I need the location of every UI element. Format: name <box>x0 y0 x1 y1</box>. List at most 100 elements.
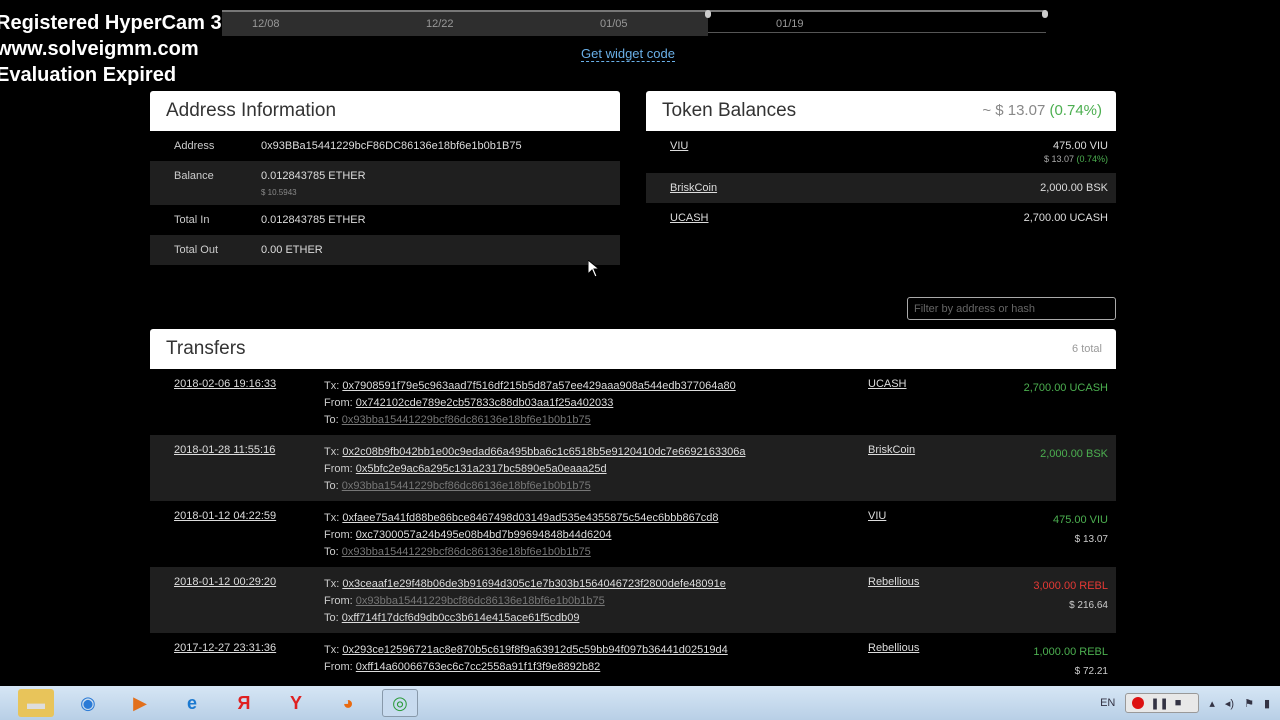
token-link-viu[interactable]: VIU <box>670 140 688 164</box>
flag-icon[interactable]: ⚑ <box>1244 697 1254 710</box>
transfer-token-amount: 1,000.00 REBL <box>1033 646 1108 658</box>
recorder-control[interactable]: ❚❚ ■ <box>1125 693 1200 713</box>
tx-label: Tx: <box>324 578 340 590</box>
tx-hash-link[interactable]: 0x3ceaaf1e29f48b06de3b91694d305c1e7b303b… <box>342 578 726 590</box>
yandex-icon[interactable]: Y <box>278 689 314 717</box>
timeline-top-line <box>222 10 1046 12</box>
explorer-icon[interactable]: ▬ <box>18 689 54 717</box>
from-label: From: <box>324 529 353 541</box>
transfer-date-link[interactable]: 2017-12-27 23:31:36 <box>174 642 276 654</box>
transfer-token-link[interactable]: BriskCoin <box>868 444 915 456</box>
get-widget-code-link[interactable]: Get widget code <box>581 46 675 62</box>
panel-title: Address Information <box>150 91 620 131</box>
transfer-token-link[interactable]: Rebellious <box>868 576 919 588</box>
transfer-row: 2018-01-28 11:55:16 Tx: 0x2c08b9fb042bb1e… <box>150 435 1116 501</box>
tx-label: Tx: <box>324 380 340 392</box>
token-balances-title: Token Balances <box>662 100 797 121</box>
transfer-token-amount: 475.00 VIU <box>1052 514 1108 526</box>
transfer-usd-amount: $ 216.64 <box>1069 600 1108 611</box>
transfer-details: Tx: 0x293ce12596721ac8e870b5c619f8f9a639… <box>324 642 728 676</box>
media-player-icon[interactable]: ▶ <box>122 689 158 717</box>
network-icon[interactable]: ▮ <box>1264 697 1270 710</box>
transfer-usd-amount: $ 72.21 <box>1074 666 1108 677</box>
timeline-label: 01/05 <box>600 18 628 30</box>
timeline-label: 12/22 <box>426 18 454 30</box>
transfer-row: 2018-01-12 00:29:20 Tx: 0x3ceaaf1e29f48b0… <box>150 567 1116 633</box>
transfer-token-amount: 3,000.00 REBL <box>1033 580 1108 592</box>
transfer-row: 2018-02-06 19:16:33 Tx: 0x7908591f79e5c96… <box>150 369 1116 435</box>
transfer-amount: 475.00 VIU $ 13.07 <box>1053 510 1108 550</box>
transfer-date-link[interactable]: 2018-01-12 04:22:59 <box>174 510 276 522</box>
timeline-right-handle[interactable] <box>1042 10 1048 18</box>
transfer-date-link[interactable]: 2018-02-06 19:16:33 <box>174 378 276 390</box>
from-address-link[interactable]: 0xc7300057a24b495e08b4bd7b99694848b44d62… <box>356 529 612 541</box>
watermark-line-1: Registered HyperCam 3 <box>0 12 222 34</box>
shield-icon[interactable]: ◉ <box>70 689 106 717</box>
from-label: From: <box>324 595 353 607</box>
balance-timeline[interactable]: 12/08 12/22 01/05 01/19 <box>222 10 1048 36</box>
filter-input[interactable] <box>907 297 1116 320</box>
transfer-details: Tx: 0xfaee75a41fd88be86bce8467498d03149a… <box>324 510 719 561</box>
volume-icon[interactable]: ◂) <box>1225 697 1234 710</box>
tx-hash-link[interactable]: 0x7908591f79e5c963aad7f516df215b5d87a57e… <box>342 380 735 392</box>
transfer-amount: 3,000.00 REBL $ 216.64 <box>1033 576 1108 616</box>
from-address-link[interactable]: 0x93bba15441229bcf86dc86136e18bf6e1b0b1b… <box>356 595 605 607</box>
internet-explorer-icon[interactable]: e <box>174 689 210 717</box>
record-icon[interactable] <box>1132 697 1145 709</box>
pause-icon[interactable]: ❚❚ <box>1150 697 1168 710</box>
stop-icon[interactable]: ■ <box>1175 697 1182 709</box>
timeline-left-handle[interactable] <box>705 10 711 18</box>
total-out-row: Total Out 0.00 ETHER <box>150 235 620 265</box>
token-link-ucash[interactable]: UCASH <box>670 212 709 224</box>
to-address-link[interactable]: 0x93bba15441229bcf86dc86136e18bf6e1b0b1b… <box>342 480 591 492</box>
from-label: From: <box>324 397 353 409</box>
transfer-details: Tx: 0x2c08b9fb042bb1e00c9edad66a495bba6c… <box>324 444 745 495</box>
tx-label: Tx: <box>324 446 340 458</box>
to-label: To: <box>324 612 339 624</box>
language-indicator[interactable]: EN <box>1100 697 1115 709</box>
token-amount: 2,000.00 BSK <box>1040 182 1108 194</box>
from-address-link[interactable]: 0xff14a60066763ec6c7cc2558a91f1f3f9e8892… <box>356 661 600 673</box>
address-value: 0x93BBa15441229bcF86DC86136e18bf6e1b0b1B… <box>261 140 522 152</box>
to-address-link[interactable]: 0xff714f17dcf6d9db0cc3b614e415ace61f5cdb… <box>342 612 580 624</box>
transfer-amount: 2,700.00 UCASH <box>1024 378 1108 398</box>
to-address-link[interactable]: 0x93bba15441229bcf86dc86136e18bf6e1b0b1b… <box>342 414 591 426</box>
watermark-line-2: www.solveigmm.com <box>0 38 199 60</box>
transfer-token-link[interactable]: Rebellious <box>868 642 919 654</box>
balance-row: Balance 0.012843785 ETHER $ 10.5943 <box>150 161 620 205</box>
from-address-link[interactable]: 0x742102cde789e2cb57833c88db03aa1f25a402… <box>356 397 614 409</box>
transfer-date-link[interactable]: 2018-01-28 11:55:16 <box>174 444 275 456</box>
total-in-value: 0.012843785 ETHER <box>261 214 366 226</box>
transfer-token-link[interactable]: UCASH <box>868 378 907 390</box>
panel-title: Token Balances ~ $ 13.07 (0.74%) <box>646 91 1116 131</box>
transfer-token-link[interactable]: VIU <box>868 510 886 522</box>
chrome-icon[interactable]: ◎ <box>382 689 418 717</box>
to-address-link[interactable]: 0x93bba15441229bcf86dc86136e18bf6e1b0b1b… <box>342 546 591 558</box>
transfer-date-link[interactable]: 2018-01-12 00:29:20 <box>174 576 276 588</box>
token-total: ~ $ 13.07 (0.74%) <box>982 91 1102 131</box>
firefox-icon[interactable]: ◕ <box>330 689 366 717</box>
arrow-up-icon[interactable]: ▴ <box>1209 697 1215 710</box>
from-label: From: <box>324 463 353 475</box>
token-row: BriskCoin 2,000.00 BSK <box>646 173 1116 203</box>
recorder-watermark: Registered HyperCam 3 www.solveigmm.com … <box>0 10 222 88</box>
tx-hash-link[interactable]: 0x2c08b9fb042bb1e00c9edad66a495bba6c1c65… <box>342 446 745 458</box>
tx-hash-link[interactable]: 0x293ce12596721ac8e870b5c619f8f9a63912d5… <box>342 644 727 656</box>
token-amount: 2,700.00 UCASH <box>1023 212 1108 224</box>
total-in-row: Total In 0.012843785 ETHER <box>150 205 620 235</box>
tx-label: Tx: <box>324 512 340 524</box>
to-label: To: <box>324 480 339 492</box>
timeline-unselected-range <box>222 10 708 36</box>
tx-hash-link[interactable]: 0xfaee75a41fd88be86bce8467498d03149ad535… <box>342 512 718 524</box>
to-label: To: <box>324 546 339 558</box>
token-pct: (0.74%) <box>1076 154 1108 164</box>
token-amount: 475.00 VIU <box>1052 140 1108 152</box>
transfers-count: 6 total <box>1072 343 1102 355</box>
to-label: To: <box>324 414 339 426</box>
token-link-briskcoin[interactable]: BriskCoin <box>670 182 717 194</box>
token-usd: $ 13.07 <box>1043 154 1074 164</box>
yandex-browser-icon[interactable]: Я <box>226 689 262 717</box>
token-total-usd: ~ $ 13.07 <box>982 102 1046 119</box>
from-address-link[interactable]: 0x5bfc2e9ac6a295c131a2317bc5890e5a0eaaa2… <box>356 463 607 475</box>
transfers-panel: Transfers 6 total 2018-02-06 19:16:33 Tx:… <box>150 329 1116 699</box>
